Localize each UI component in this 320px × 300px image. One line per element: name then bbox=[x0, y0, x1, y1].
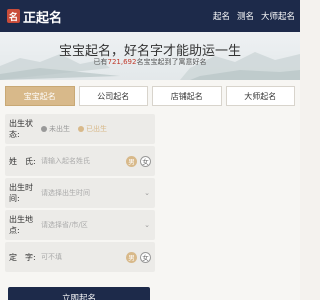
surname-label: 姓 氏: bbox=[9, 156, 36, 166]
brand-name: 正起名 bbox=[23, 10, 63, 26]
radio-born[interactable]: 已出生 bbox=[78, 124, 107, 134]
birth-place-label: 出生地点: bbox=[9, 215, 33, 235]
radio-unborn[interactable]: 未出生 bbox=[41, 124, 70, 134]
tab-shop-naming[interactable]: 店铺起名 bbox=[152, 86, 222, 106]
radio-born-label: 已出生 bbox=[86, 125, 107, 133]
nav-link-naming[interactable]: 起名 bbox=[213, 10, 230, 22]
submit-naming-button[interactable]: 立即起名 bbox=[8, 287, 150, 300]
birth-time-row[interactable]: 出生时间: 请选择出生时间 ⌄ bbox=[5, 178, 155, 208]
tab-baby-naming[interactable]: 宝宝起名 bbox=[5, 86, 75, 106]
radio-dot-selected-icon bbox=[78, 126, 84, 132]
gender-male-button[interactable]: 男 bbox=[126, 251, 137, 263]
birth-status-row: 出生状态: 未出生 已出生 bbox=[5, 114, 155, 144]
radio-unborn-label: 未出生 bbox=[49, 125, 70, 133]
surname-row: 姓 氏: 请输入起名姓氏 男 女 bbox=[5, 146, 155, 176]
birth-time-select[interactable]: 请选择出生时间 bbox=[41, 188, 144, 198]
gender-female-button[interactable]: 女 bbox=[140, 251, 151, 263]
gender-toggle: 男 女 bbox=[126, 251, 151, 263]
birth-time-label: 出生时间: bbox=[9, 183, 33, 203]
naming-tabs: 宝宝起名 公司起名 店铺起名 大师起名 bbox=[5, 86, 295, 106]
birth-place-row[interactable]: 出生地点: 请选择省/市/区 ⌄ bbox=[5, 210, 155, 240]
tab-master-naming[interactable]: 大师起名 bbox=[225, 86, 295, 106]
fixed-char-label: 定 字: bbox=[9, 252, 36, 262]
gender-toggle: 男 女 bbox=[126, 155, 151, 167]
fixed-char-row: 定 字: 可不填 男 女 bbox=[5, 242, 155, 272]
logo-icon: 名 bbox=[7, 9, 20, 23]
naming-form: 宝宝起名 公司起名 店铺起名 大师起名 出生状态: 未出生 已出生 姓 氏: 请… bbox=[0, 80, 300, 300]
hero-banner: 宝宝起名，好名字才能助运一生 已有721,692名宝宝起到了寓意好名 bbox=[0, 32, 300, 80]
birth-place-select[interactable]: 请选择省/市/区 bbox=[41, 220, 144, 230]
hero-sub-suffix: 名宝宝起到了寓意好名 bbox=[136, 58, 207, 66]
surname-input[interactable]: 请输入起名姓氏 bbox=[41, 156, 126, 166]
radio-dot-icon bbox=[41, 126, 47, 132]
hero-subtitle: 已有721,692名宝宝起到了寓意好名 bbox=[0, 57, 300, 67]
fixed-char-input[interactable]: 可不填 bbox=[41, 252, 126, 262]
hero-sub-prefix: 已有 bbox=[93, 58, 108, 66]
tab-company-naming[interactable]: 公司起名 bbox=[78, 86, 148, 106]
brand-logo[interactable]: 名 正起名 bbox=[7, 7, 62, 26]
named-count: 721,692 bbox=[107, 58, 137, 66]
nav-link-master-naming[interactable]: 大师起名 bbox=[261, 10, 295, 22]
gender-female-button[interactable]: 女 bbox=[140, 155, 151, 167]
top-navbar: 名 正起名 起名 测名 大师起名 bbox=[0, 0, 300, 32]
main-nav: 起名 测名 大师起名 bbox=[213, 10, 295, 22]
birth-status-label: 出生状态: bbox=[9, 119, 33, 139]
chevron-down-icon: ⌄ bbox=[144, 189, 150, 197]
chevron-down-icon: ⌄ bbox=[144, 221, 150, 229]
gender-male-button[interactable]: 男 bbox=[126, 155, 137, 167]
nav-link-name-test[interactable]: 测名 bbox=[237, 10, 254, 22]
